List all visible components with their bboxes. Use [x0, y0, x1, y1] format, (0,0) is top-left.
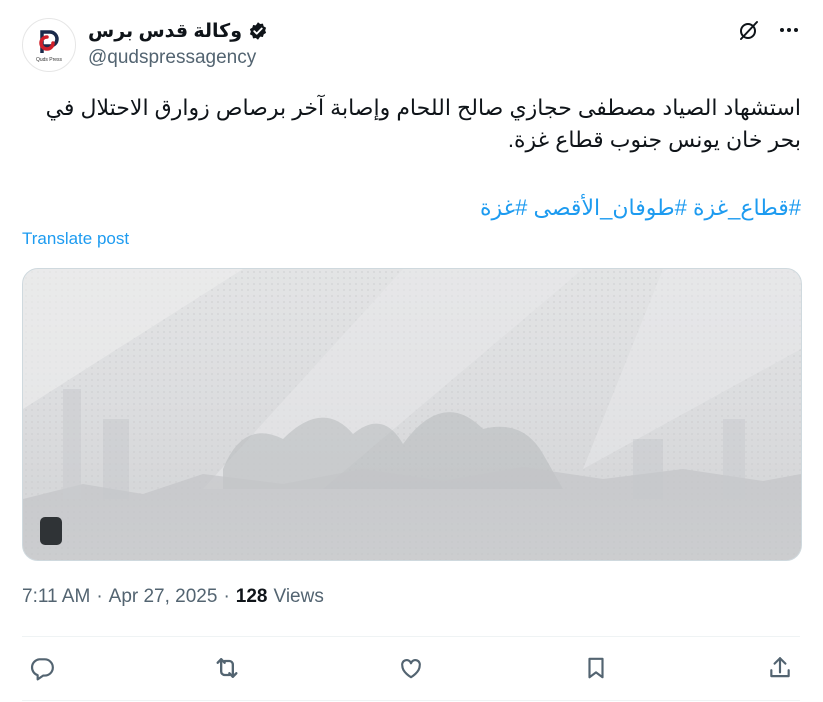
post-hashtags: #قطاع_غزة #طوفان_الأقصى #غزة [21, 192, 801, 224]
more-options-icon[interactable] [777, 18, 801, 42]
translate-post-link[interactable]: Translate post [22, 229, 129, 249]
reply-icon [30, 658, 54, 681]
author-name-row: وكالة قدس برس [88, 18, 268, 44]
post-meta: 7:11 AM · Apr 27, 2025 · 128 Views [22, 586, 324, 608]
views-count: 128 [235, 586, 268, 607]
post-media[interactable] [22, 268, 802, 561]
like-icon [401, 659, 421, 679]
verified-badge-icon [249, 22, 267, 40]
post-time[interactable]: 7:11 AM [22, 586, 90, 608]
share-button[interactable] [766, 654, 794, 682]
hashtag-link[interactable]: #قطاع_غزة [693, 195, 801, 220]
bookmark-icon [587, 657, 604, 679]
like-button[interactable] [397, 654, 425, 682]
meta-separator: · [96, 586, 103, 607]
author-handle[interactable]: @qudspressagency [88, 47, 256, 69]
post-text: استشهاد الصياد مصطفى حجازي صالح اللحام و… [45, 95, 801, 152]
hashtag-link[interactable]: #طوفان_الأقصى [534, 195, 687, 220]
avatar[interactable]: Quds Press [22, 18, 76, 72]
divider [22, 636, 800, 637]
gif-badge-icon [40, 517, 62, 545]
reply-button[interactable] [28, 654, 56, 682]
media-preview-image [23, 269, 801, 560]
hashtag-link[interactable]: #غزة [480, 195, 527, 220]
post-date[interactable]: Apr 27, 2025 [109, 586, 218, 608]
author-display-name[interactable]: وكالة قدس برس [88, 20, 242, 43]
logo-text: Quds Press [35, 57, 63, 63]
bookmark-button[interactable] [582, 654, 610, 682]
views-label: Views [273, 586, 324, 607]
share-icon [770, 657, 790, 678]
repost-icon [216, 658, 237, 678]
meta-separator: · [223, 586, 230, 607]
divider [22, 700, 800, 701]
post-actions-bar [22, 650, 800, 686]
repost-button[interactable] [213, 654, 241, 682]
grok-icon[interactable] [737, 18, 761, 42]
quds-press-logo [39, 30, 59, 53]
post-header-actions [737, 18, 801, 42]
